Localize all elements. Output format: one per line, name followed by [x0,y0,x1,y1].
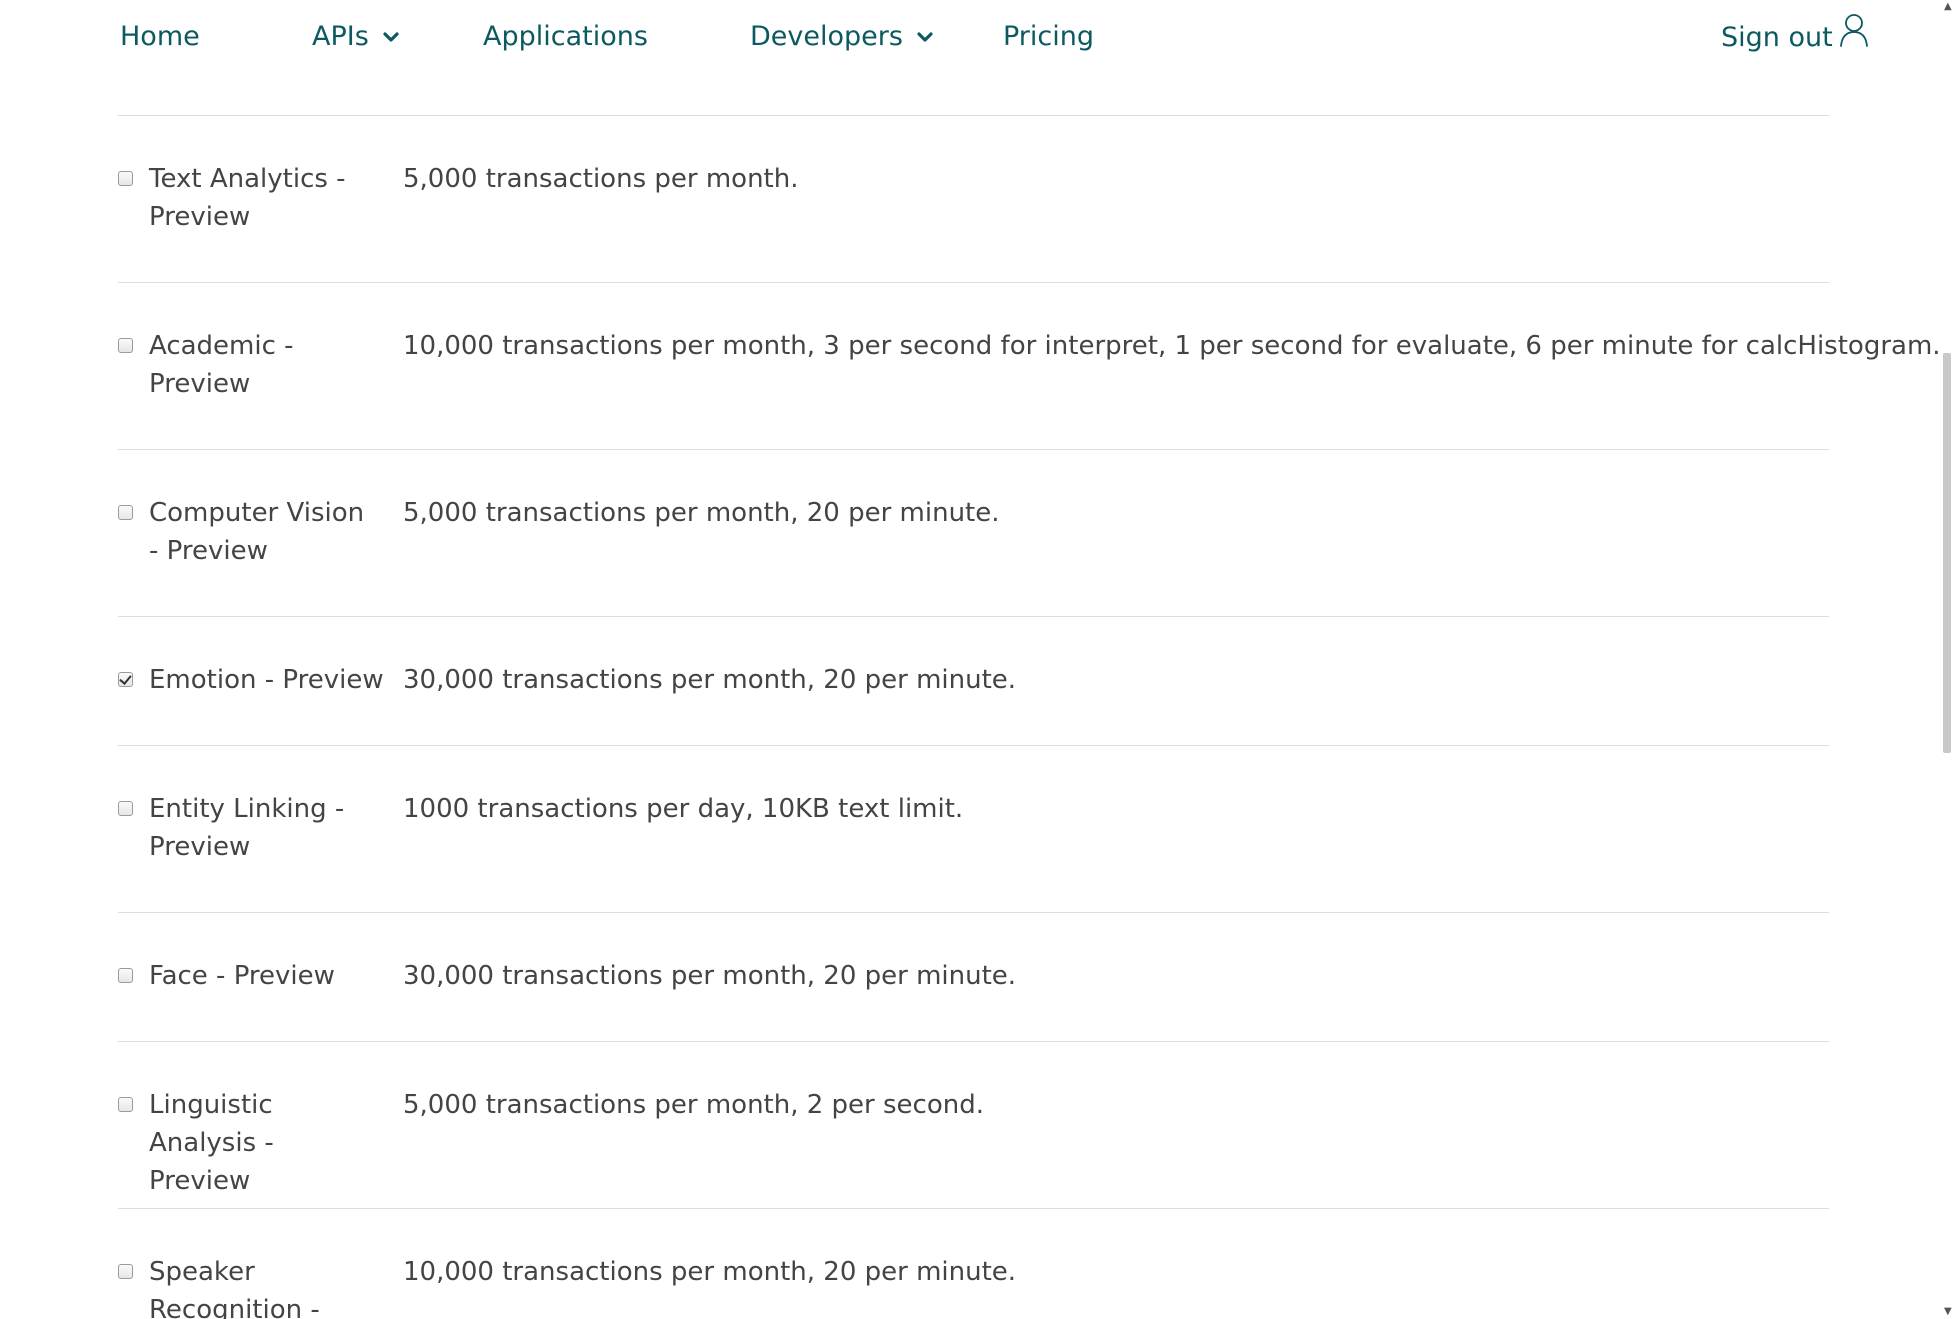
sign-out-label: Sign out [1721,22,1833,53]
plan-row: Academic - Preview 10,000 transactions p… [118,282,1941,449]
plan-row: Speaker Recognition - 10,000 transactions… [118,1208,1829,1319]
plan-limit: 10,000 transactions per month, 20 per mi… [403,1257,1017,1287]
plan-limit: 5,000 transactions per month. [403,164,799,194]
plan-name: Emotion - Preview [149,665,384,695]
nav-developers-dropdown[interactable]: Developers [750,18,933,56]
plan-checkbox[interactable] [118,171,133,186]
nav-pricing-link[interactable]: Pricing [1003,18,1094,56]
plan-name-text: Speaker Recognition - [149,1257,320,1319]
nav-apis-dropdown[interactable]: APIs [312,18,399,56]
plan-row: Emotion - Preview 30,000 transactions pe… [118,616,1829,745]
plan-checkbox[interactable] [118,338,133,353]
plan-limit: 1000 transactions per day, 10KB text lim… [403,794,964,824]
plan-list: Text Analytics - Preview 5,000 transacti… [118,115,1941,1319]
scroll-down-arrow-icon[interactable]: ▼ [1944,1307,1952,1317]
plan-name: Academic - Preview [149,331,294,399]
plan-name: Speaker Recognition - [149,1253,374,1319]
nav-home-link[interactable]: Home [120,18,200,56]
vertical-scrollbar[interactable]: ▲ ▼ [1940,0,1956,1319]
plan-checkbox[interactable] [118,968,133,983]
plan-limit: 5,000 transactions per month, 20 per min… [403,498,1000,528]
plan-row: Linguistic Analysis - Preview 5,000 tran… [118,1041,1829,1208]
plan-limit: 5,000 transactions per month, 2 per seco… [403,1090,985,1120]
plan-limit: 10,000 transactions per month, 3 per sec… [403,331,1941,361]
page: Home APIs Applications Developers Pricin… [0,0,1956,1319]
plan-checkbox[interactable] [118,505,133,520]
nav-apis-label: APIs [312,21,369,52]
sign-out-link[interactable]: Sign out [1721,14,1869,59]
chevron-down-icon [917,16,933,54]
plan-name: Entity Linking - Preview [149,794,345,862]
plan-name: Linguistic Analysis - Preview [149,1090,274,1196]
scrollbar-thumb[interactable] [1943,353,1951,753]
plan-checkbox[interactable] [118,1097,133,1112]
chevron-down-icon [383,16,399,54]
plan-checkbox-checked[interactable] [118,672,133,687]
plan-checkbox[interactable] [118,1264,133,1279]
plan-limit: 30,000 transactions per month, 20 per mi… [403,961,1017,991]
plan-limit: 30,000 transactions per month, 20 per mi… [403,665,1017,695]
nav-developers-label: Developers [750,21,903,52]
plan-name: Text Analytics - Preview [149,164,346,232]
nav-applications-link[interactable]: Applications [483,18,648,56]
plan-checkbox[interactable] [118,801,133,816]
plan-row: Face - Preview 30,000 transactions per m… [118,912,1829,1041]
top-navigation: Home APIs Applications Developers Pricin… [0,0,1940,76]
plan-row: Text Analytics - Preview 5,000 transacti… [118,115,1829,282]
plan-row: Computer Vision - Preview 5,000 transact… [118,449,1829,616]
plan-name: Computer Vision - Preview [149,498,365,566]
scroll-up-arrow-icon[interactable]: ▲ [1944,2,1952,12]
user-icon [1839,12,1869,59]
plan-row: Entity Linking - Preview 1000 transactio… [118,745,1829,912]
plan-name: Face - Preview [149,961,335,991]
